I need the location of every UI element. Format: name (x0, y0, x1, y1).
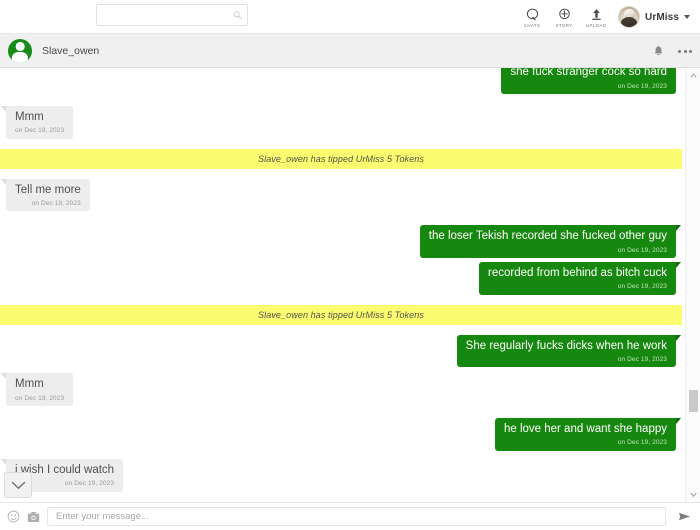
message-input[interactable] (47, 507, 666, 526)
account-name[interactable]: UrMiss (645, 12, 679, 23)
tip-notification: Slave_owen has tipped UrMiss 5 Tokens (0, 148, 682, 169)
nav-item-chats[interactable]: CHATS (516, 1, 548, 33)
message-row: i wish I could watch on Dec 19, 2023 (0, 458, 682, 492)
incoming-message-bubble[interactable]: Mmm on Dec 19, 2023 (0, 373, 74, 407)
send-icon (678, 512, 691, 521)
outgoing-message-bubble[interactable]: she fuck stranger cock so hard on Dec 19,… (501, 68, 676, 94)
scroll-to-bottom-button[interactable] (4, 472, 32, 498)
message-timestamp: on Dec 19, 2023 (617, 246, 667, 254)
message-timestamp: on Dec 19, 2023 (617, 439, 667, 447)
emoji-icon[interactable] (7, 510, 20, 523)
message-row: send 50 for her slut videoon Dec 19, 202… (0, 501, 682, 502)
outgoing-message-bubble[interactable]: send 50 for her slut videoon Dec 19, 202… (528, 501, 682, 502)
more-options-icon[interactable] (678, 49, 692, 53)
message-text: the loser Tekish recorded she fucked oth… (428, 230, 667, 243)
tip-notification: Slave_owen has tipped UrMiss 5 Tokens (0, 304, 682, 325)
nav-label-upload: UPLOAD (585, 22, 607, 28)
vertical-scrollbar[interactable] (685, 68, 700, 502)
nav-item-story[interactable]: STORY (548, 1, 580, 33)
message-text: She regularly fucks dicks when he work (465, 339, 667, 352)
outgoing-message-bubble[interactable]: the loser Tekish recorded she fucked oth… (419, 225, 682, 259)
message-text: recorded from behind as bitch cuck (488, 267, 667, 280)
scrollbar-thumb[interactable] (689, 390, 698, 412)
message-text: she fuck stranger cock so hard (510, 68, 667, 79)
nav-label-story: STORY (555, 22, 573, 28)
peer-name[interactable]: Slave_owen (42, 45, 99, 57)
chevron-down-icon (11, 481, 25, 489)
message-composer (0, 502, 700, 530)
search-icon (233, 11, 242, 20)
top-navigation-bar: CHATS STORY UPLOAD UrMiss (0, 0, 700, 34)
camera-icon[interactable] (27, 511, 40, 523)
message-list: she fuck stranger cock so hard on Dec 19,… (0, 68, 700, 502)
nav-label-chats: CHATS (523, 22, 541, 28)
message-text: Mmm (15, 111, 44, 123)
chat-app: CHATS STORY UPLOAD UrMiss Slave_owen she… (0, 0, 700, 530)
message-text: Mmm (15, 378, 44, 391)
message-row: she fuck stranger cock so hard on Dec 19,… (0, 68, 682, 94)
incoming-message-bubble[interactable]: Mmm on Dec 19, 2023 (0, 106, 74, 139)
message-row: the loser Tekish recorded she fucked oth… (0, 225, 682, 259)
message-timestamp: on Dec 19, 2023 (617, 283, 667, 291)
message-timestamp: on Dec 19, 2023 (15, 394, 65, 402)
search-input[interactable] (96, 4, 248, 26)
message-row: recorded from behind as bitch cuck on Dec… (0, 262, 682, 295)
message-scroll-area: she fuck stranger cock so hard on Dec 19,… (0, 68, 682, 502)
message-row: Mmm on Dec 19, 2023 (0, 106, 682, 139)
chats-icon (526, 8, 538, 20)
nav-right-group: CHATS STORY UPLOAD UrMiss (516, 0, 692, 34)
peer-avatar[interactable] (8, 38, 32, 63)
message-text: he love her and want she happy (503, 423, 667, 436)
upload-icon (591, 8, 601, 20)
message-row: he love her and want she happy on Dec 19,… (0, 418, 682, 451)
story-icon (558, 8, 570, 19)
send-button[interactable] (673, 511, 694, 522)
chevron-down-icon[interactable] (684, 15, 690, 19)
conversation-actions (653, 34, 692, 68)
incoming-message-bubble[interactable]: Tell me more on Dec 19, 2023 (1, 178, 90, 212)
scroll-down-arrow[interactable] (686, 487, 700, 502)
message-timestamp: on Dec 19, 2023 (15, 127, 65, 135)
message-text: Tell me more (15, 183, 81, 196)
message-row: She regularly fucks dicks when he work on… (0, 334, 682, 368)
message-timestamp: on Dec 19, 2023 (31, 199, 81, 207)
outgoing-message-bubble[interactable]: She regularly fucks dicks when he work on… (456, 334, 682, 368)
search-field-wrapper (96, 4, 248, 26)
scroll-up-arrow[interactable] (686, 68, 700, 83)
outgoing-message-bubble[interactable]: he love her and want she happy on Dec 19,… (494, 418, 682, 451)
nav-item-upload[interactable]: UPLOAD (580, 1, 612, 33)
message-timestamp: on Dec 19, 2023 (617, 82, 667, 90)
conversation-header: Slave_owen (0, 34, 700, 68)
message-timestamp: on Dec 19, 2023 (617, 355, 667, 363)
avatar[interactable] (618, 6, 641, 28)
bell-icon[interactable] (653, 45, 664, 58)
outgoing-message-bubble[interactable]: recorded from behind as bitch cuck on Dec… (479, 262, 681, 295)
message-row: Mmm on Dec 19, 2023 (0, 373, 682, 407)
message-row: Tell me more on Dec 19, 2023 (0, 178, 682, 212)
